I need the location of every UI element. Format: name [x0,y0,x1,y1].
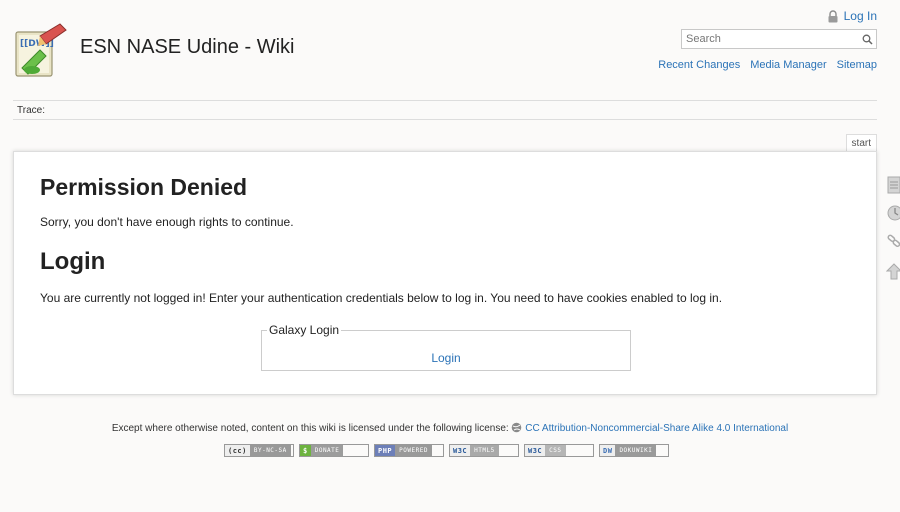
search-box [681,29,877,49]
search-icon[interactable] [858,30,876,48]
footer-badges: (cc) BY-NC-SA $ DONATE PHP POWERED W3C H… [224,444,669,457]
site-tools: Recent Changes Media Manager Sitemap [658,59,877,71]
login-instructions: You are currently not logged in! Enter y… [40,291,723,305]
back-to-top-icon[interactable] [885,262,900,280]
search-input[interactable] [682,30,858,48]
dokuwiki-badge[interactable]: DW DOKUWIKI [599,444,669,457]
sitemap-link[interactable]: Sitemap [837,59,877,71]
dokuwiki-logo-icon[interactable]: [[DW]] [10,22,72,84]
backlinks-icon[interactable] [886,232,900,250]
lock-icon [827,9,839,23]
w3c-html5-badge[interactable]: W3C HTML5 [449,444,519,457]
fieldset-legend: Galaxy Login [269,323,340,337]
page-icon[interactable] [886,176,900,194]
cc-license-badge[interactable]: (cc) BY-NC-SA [224,444,294,457]
license-link[interactable]: CC Attribution-Noncommercial-Share Alike… [525,423,788,434]
page-id-tab[interactable]: start [845,134,877,152]
login-heading: Login [40,248,106,275]
login-link[interactable]: Log In [827,9,877,23]
cc-globe-icon [511,422,522,436]
php-powered-badge[interactable]: PHP POWERED [374,444,444,457]
media-manager-link[interactable]: Media Manager [750,59,826,71]
breadcrumb: Trace: [13,100,877,120]
history-icon[interactable] [886,204,900,222]
recent-changes-link[interactable]: Recent Changes [658,59,740,71]
permission-denied-heading: Permission Denied [40,174,248,200]
login-fieldset: Galaxy Login Login [261,323,631,371]
donate-badge[interactable]: $ DONATE [299,444,369,457]
login-button[interactable]: Login [262,351,630,365]
license-text: Except where otherwise noted, content on… [0,422,900,436]
page-content: Permission Denied Sorry, you don't have … [13,151,877,395]
license-prefix: Except where otherwise noted, content on… [111,423,509,434]
login-label[interactable]: Log In [844,9,877,23]
w3c-css-badge[interactable]: W3C CSS [524,444,594,457]
site-title[interactable]: ESN NASE Udine - Wiki [80,36,295,59]
breadcrumb-label: Trace: [17,105,45,116]
permission-message: Sorry, you don't have enough rights to c… [40,215,294,229]
